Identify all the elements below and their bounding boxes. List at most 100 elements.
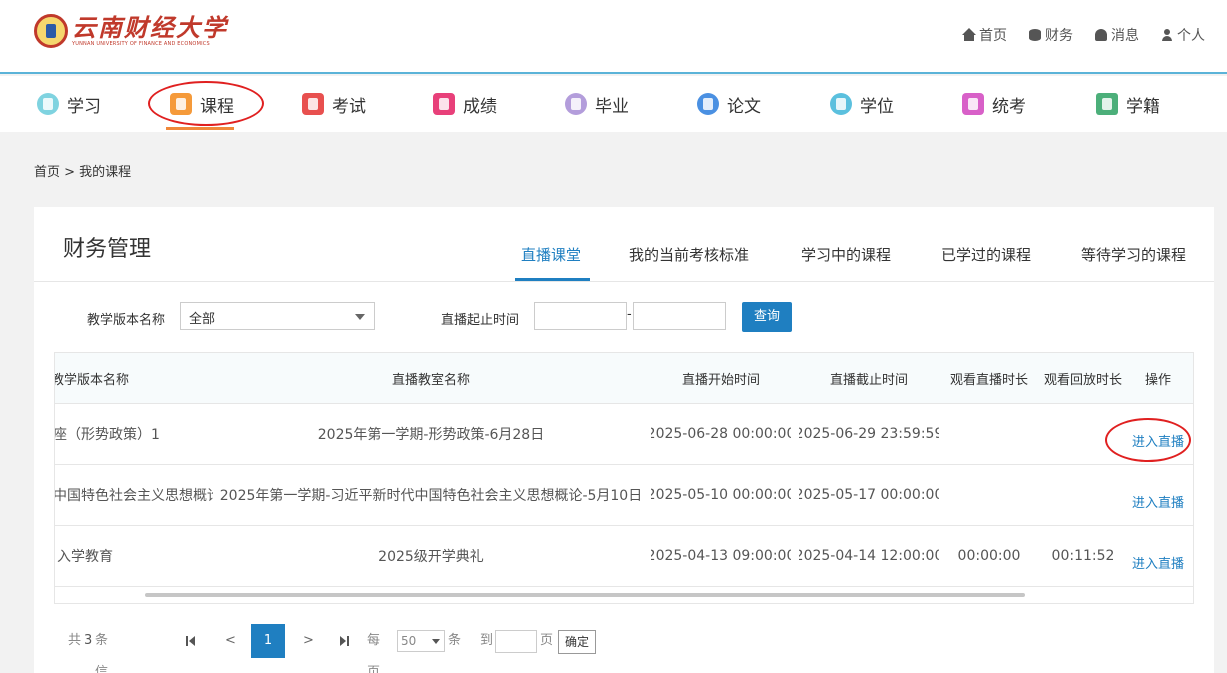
start-time-cell: 2025-06-28 00:00:00 [651, 426, 791, 442]
top-link-home[interactable]: 首页 [962, 25, 1007, 45]
replay-duration-cell [1035, 404, 1131, 464]
chevron-down-icon [432, 639, 440, 644]
exam-icon [302, 93, 324, 115]
next-page-button[interactable]: > [303, 625, 314, 657]
enter-live-link[interactable]: 进入直播 [1132, 431, 1184, 450]
total-suffix: 条信息 [95, 633, 109, 673]
tab-learned-courses[interactable]: 已学过的课程 [941, 244, 1031, 265]
page-unit: 页 [540, 633, 554, 648]
column-header: 操作 [1144, 372, 1171, 388]
tab-learning-courses[interactable]: 学习中的课程 [801, 244, 891, 265]
table-row: 座（形势政策）1 2025年第一学期-形势政策-6月28日 2025-06-28… [54, 404, 1193, 465]
table-header: 教学版本名称 直播教室名称 直播开始时间 直播截止时间 观看直播时长 观看回放时… [55, 353, 1193, 404]
divider [34, 281, 1214, 282]
current-page-button[interactable]: 1 [251, 624, 285, 658]
table-row: 中国特色社会主义思想概论 2025年第一学期-习近平新时代中国特色社会主义思想概… [55, 465, 1193, 526]
course-icon [170, 93, 192, 115]
nav-item-label: 统考 [992, 96, 1026, 117]
goto-page-input[interactable] [495, 630, 537, 653]
score-icon [433, 93, 455, 115]
university-emblem-icon [34, 14, 68, 48]
start-time-cell: 2025-04-13 09:00:00 [651, 548, 791, 564]
operation-cell: 进入直播 [1125, 526, 1191, 586]
first-page-icon[interactable] [186, 625, 196, 657]
nav-item-label: 成绩 [463, 96, 497, 117]
room-cell: 2025级开学典礼 [378, 549, 484, 565]
tab-live-class[interactable]: 直播课堂 [521, 244, 581, 265]
nav-item-label: 论文 [727, 96, 761, 117]
nav-item-score[interactable]: 成绩 [433, 90, 497, 118]
total-count: 3 [84, 633, 93, 648]
live-duration-cell [941, 404, 1037, 464]
course-panel: 财务管理 直播课堂 我的当前考核标准 学习中的课程 已学过的课程 等待学习的课程… [34, 207, 1214, 673]
nav-item-exam[interactable]: 考试 [302, 90, 366, 118]
top-link-label: 消息 [1111, 28, 1139, 44]
main-nav: 学习 课程 考试 成绩 毕业 论文 学位 统考 学籍 [0, 76, 1227, 132]
column-header: 直播开始时间 [681, 372, 760, 388]
per-page-select[interactable]: 50 [397, 630, 445, 652]
total-prefix: 共 [68, 633, 82, 648]
nav-item-thesis[interactable]: 论文 [697, 90, 761, 118]
nav-item-student-status[interactable]: 学籍 [1096, 90, 1160, 118]
study-icon [37, 93, 59, 115]
tab-assessment-standard[interactable]: 我的当前考核标准 [629, 244, 749, 265]
goto-label: 到 [480, 633, 494, 648]
live-duration-cell [941, 465, 1037, 525]
top-link-label: 个人 [1177, 28, 1205, 44]
end-time-cell: 2025-04-14 12:00:00 [799, 548, 939, 564]
enter-live-link[interactable]: 进入直播 [1132, 492, 1184, 511]
query-button[interactable]: 查询 [742, 302, 792, 332]
room-cell: 2025年第一学期-形势政策-6月28日 [317, 427, 545, 443]
nav-item-label: 课程 [200, 96, 234, 117]
top-link-messages[interactable]: 消息 [1095, 25, 1139, 45]
breadcrumb: 首页 > 我的课程 [34, 165, 132, 180]
nav-item-label: 考试 [332, 96, 366, 117]
replay-duration-cell [1035, 465, 1131, 525]
nav-item-course[interactable]: 课程 [170, 90, 234, 118]
scrollbar-thumb[interactable] [145, 593, 1025, 597]
graduation-icon [565, 93, 587, 115]
time-filter-label: 直播起止时间 [441, 313, 520, 328]
end-time-cell: 2025-05-17 00:00:00 [799, 487, 939, 503]
per-page-value: 50 [401, 634, 417, 648]
live-class-table: 教学版本名称 直播教室名称 直播开始时间 直播截止时间 观看直播时长 观看回放时… [54, 352, 1194, 604]
column-header: 直播教室名称 [391, 372, 470, 388]
bell-icon [1095, 29, 1107, 41]
nav-item-label: 学习 [67, 96, 101, 117]
nav-item-label: 学籍 [1126, 96, 1160, 117]
version-cell: 座（形势政策）1 [54, 427, 160, 443]
replay-duration-cell: 00:11:52 [1051, 548, 1115, 564]
nav-item-unified-exam[interactable]: 统考 [962, 90, 1026, 118]
end-date-input[interactable] [633, 302, 726, 330]
nav-item-label: 学位 [860, 96, 894, 117]
user-icon [1161, 29, 1173, 41]
version-filter-label: 教学版本名称 [87, 313, 166, 328]
per-page-unit: 条 [448, 633, 462, 648]
confirm-button[interactable]: 确定 [558, 630, 596, 654]
per-page-label: 每页 [367, 633, 381, 673]
top-links: 首页 财务 消息 个人 [962, 25, 1205, 45]
enter-live-link[interactable]: 进入直播 [1132, 553, 1184, 572]
column-header: 直播截止时间 [829, 372, 908, 388]
nav-item-degree[interactable]: 学位 [830, 90, 894, 118]
database-icon [1029, 29, 1041, 41]
live-duration-cell: 00:00:00 [957, 548, 1021, 564]
thesis-icon [697, 93, 719, 115]
top-link-label: 首页 [979, 28, 1007, 44]
nav-item-study[interactable]: 学习 [37, 90, 101, 118]
operation-cell: 进入直播 [1125, 404, 1191, 464]
start-date-input[interactable] [534, 302, 627, 330]
operation-cell: 进入直播 [1125, 465, 1191, 525]
prev-page-button[interactable]: < [225, 625, 236, 657]
version-select[interactable]: 全部 [180, 302, 375, 330]
university-logo[interactable]: 云南财经大学 YUNNAN UNIVERSITY OF FINANCE AND … [34, 14, 228, 48]
top-link-finance[interactable]: 财务 [1029, 25, 1073, 45]
version-cell: 入学教育 [57, 549, 113, 565]
nav-item-graduation[interactable]: 毕业 [565, 90, 629, 118]
tab-pending-courses[interactable]: 等待学习的课程 [1081, 244, 1186, 265]
last-page-icon[interactable] [340, 625, 350, 657]
page-title: 财务管理 [63, 237, 152, 262]
end-time-cell: 2025-06-29 23:59:59 [799, 426, 939, 442]
degree-icon [830, 93, 852, 115]
top-link-personal[interactable]: 个人 [1161, 25, 1205, 45]
